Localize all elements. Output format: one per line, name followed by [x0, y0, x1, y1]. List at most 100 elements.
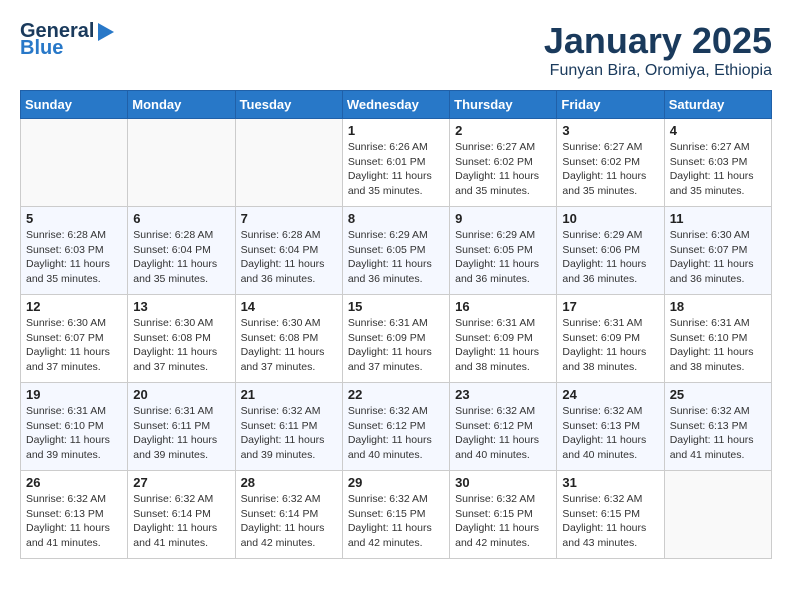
day-number: 3: [562, 123, 658, 138]
day-info: Sunrise: 6:29 AM Sunset: 6:05 PM Dayligh…: [455, 228, 551, 287]
day-number: 31: [562, 475, 658, 490]
day-info: Sunrise: 6:27 AM Sunset: 6:03 PM Dayligh…: [670, 140, 766, 199]
day-number: 24: [562, 387, 658, 402]
day-info: Sunrise: 6:31 AM Sunset: 6:09 PM Dayligh…: [455, 316, 551, 375]
logo: General Blue: [20, 20, 116, 60]
day-number: 15: [348, 299, 444, 314]
day-info: Sunrise: 6:31 AM Sunset: 6:09 PM Dayligh…: [562, 316, 658, 375]
day-info: Sunrise: 6:30 AM Sunset: 6:08 PM Dayligh…: [241, 316, 337, 375]
day-info: Sunrise: 6:32 AM Sunset: 6:12 PM Dayligh…: [455, 404, 551, 463]
calendar-cell: 9 Sunrise: 6:29 AM Sunset: 6:05 PM Daylig…: [450, 207, 557, 295]
day-number: 13: [133, 299, 229, 314]
calendar-cell: 31 Sunrise: 6:32 AM Sunset: 6:15 PM Dayli…: [557, 471, 664, 559]
calendar-cell: 16 Sunrise: 6:31 AM Sunset: 6:09 PM Dayli…: [450, 295, 557, 383]
day-info: Sunrise: 6:32 AM Sunset: 6:15 PM Dayligh…: [455, 492, 551, 551]
day-info: Sunrise: 6:27 AM Sunset: 6:02 PM Dayligh…: [455, 140, 551, 199]
day-number: 18: [670, 299, 766, 314]
header-day-sunday: Sunday: [21, 91, 128, 119]
day-info: Sunrise: 6:30 AM Sunset: 6:07 PM Dayligh…: [26, 316, 122, 375]
calendar-cell: 29 Sunrise: 6:32 AM Sunset: 6:15 PM Dayli…: [342, 471, 449, 559]
calendar-cell: 12 Sunrise: 6:30 AM Sunset: 6:07 PM Dayli…: [21, 295, 128, 383]
calendar-cell: 6Sunrise: 6:28 AM Sunset: 6:04 PM Daylig…: [128, 207, 235, 295]
day-info: Sunrise: 6:28 AM Sunset: 6:04 PM Dayligh…: [241, 228, 337, 287]
location-text: Funyan Bira, Oromiya, Ethiopia: [544, 62, 772, 80]
day-info: Sunrise: 6:30 AM Sunset: 6:07 PM Dayligh…: [670, 228, 766, 287]
calendar-cell: 4 Sunrise: 6:27 AM Sunset: 6:03 PM Daylig…: [664, 119, 771, 207]
calendar-table: SundayMondayTuesdayWednesdayThursdayFrid…: [20, 90, 772, 559]
day-info: Sunrise: 6:32 AM Sunset: 6:14 PM Dayligh…: [241, 492, 337, 551]
day-number: 2: [455, 123, 551, 138]
header-day-wednesday: Wednesday: [342, 91, 449, 119]
day-info: Sunrise: 6:28 AM Sunset: 6:03 PM Dayligh…: [26, 228, 122, 287]
day-number: 23: [455, 387, 551, 402]
calendar-cell: 17Sunrise: 6:31 AM Sunset: 6:09 PM Dayli…: [557, 295, 664, 383]
calendar-cell: 22 Sunrise: 6:32 AM Sunset: 6:12 PM Dayli…: [342, 383, 449, 471]
day-number: 11: [670, 211, 766, 226]
day-number: 30: [455, 475, 551, 490]
week-row-4: 19 Sunrise: 6:31 AM Sunset: 6:10 PM Dayli…: [21, 383, 772, 471]
day-number: 8: [348, 211, 444, 226]
day-info: Sunrise: 6:32 AM Sunset: 6:15 PM Dayligh…: [562, 492, 658, 551]
calendar-cell: 5 Sunrise: 6:28 AM Sunset: 6:03 PM Daylig…: [21, 207, 128, 295]
title-area: January 2025 Funyan Bira, Oromiya, Ethio…: [544, 20, 772, 80]
day-info: Sunrise: 6:32 AM Sunset: 6:12 PM Dayligh…: [348, 404, 444, 463]
week-row-3: 12 Sunrise: 6:30 AM Sunset: 6:07 PM Dayli…: [21, 295, 772, 383]
logo-blue-text: Blue: [20, 37, 63, 60]
calendar-cell: 24Sunrise: 6:32 AM Sunset: 6:13 PM Dayli…: [557, 383, 664, 471]
day-info: Sunrise: 6:31 AM Sunset: 6:11 PM Dayligh…: [133, 404, 229, 463]
header-day-monday: Monday: [128, 91, 235, 119]
day-info: Sunrise: 6:29 AM Sunset: 6:06 PM Dayligh…: [562, 228, 658, 287]
day-number: 7: [241, 211, 337, 226]
calendar-cell: 18Sunrise: 6:31 AM Sunset: 6:10 PM Dayli…: [664, 295, 771, 383]
week-row-1: 1Sunrise: 6:26 AM Sunset: 6:01 PM Daylig…: [21, 119, 772, 207]
day-info: Sunrise: 6:31 AM Sunset: 6:10 PM Dayligh…: [26, 404, 122, 463]
day-number: 28: [241, 475, 337, 490]
calendar-cell: 21 Sunrise: 6:32 AM Sunset: 6:11 PM Dayli…: [235, 383, 342, 471]
header-row: SundayMondayTuesdayWednesdayThursdayFrid…: [21, 91, 772, 119]
day-number: 21: [241, 387, 337, 402]
day-info: Sunrise: 6:32 AM Sunset: 6:15 PM Dayligh…: [348, 492, 444, 551]
day-number: 29: [348, 475, 444, 490]
calendar-cell: 7 Sunrise: 6:28 AM Sunset: 6:04 PM Daylig…: [235, 207, 342, 295]
calendar-cell: 11 Sunrise: 6:30 AM Sunset: 6:07 PM Dayli…: [664, 207, 771, 295]
calendar-cell: 8 Sunrise: 6:29 AM Sunset: 6:05 PM Daylig…: [342, 207, 449, 295]
calendar-cell: 26 Sunrise: 6:32 AM Sunset: 6:13 PM Dayli…: [21, 471, 128, 559]
header-day-friday: Friday: [557, 91, 664, 119]
week-row-5: 26 Sunrise: 6:32 AM Sunset: 6:13 PM Dayli…: [21, 471, 772, 559]
day-number: 14: [241, 299, 337, 314]
day-info: Sunrise: 6:32 AM Sunset: 6:11 PM Dayligh…: [241, 404, 337, 463]
calendar-cell: 30 Sunrise: 6:32 AM Sunset: 6:15 PM Dayli…: [450, 471, 557, 559]
calendar-cell: 19 Sunrise: 6:31 AM Sunset: 6:10 PM Dayli…: [21, 383, 128, 471]
day-number: 4: [670, 123, 766, 138]
calendar-cell: 10Sunrise: 6:29 AM Sunset: 6:06 PM Dayli…: [557, 207, 664, 295]
calendar-cell: 1Sunrise: 6:26 AM Sunset: 6:01 PM Daylig…: [342, 119, 449, 207]
calendar-cell: 20 Sunrise: 6:31 AM Sunset: 6:11 PM Dayli…: [128, 383, 235, 471]
day-info: Sunrise: 6:32 AM Sunset: 6:14 PM Dayligh…: [133, 492, 229, 551]
header-day-saturday: Saturday: [664, 91, 771, 119]
month-title: January 2025: [544, 20, 772, 62]
day-number: 27: [133, 475, 229, 490]
day-info: Sunrise: 6:26 AM Sunset: 6:01 PM Dayligh…: [348, 140, 444, 199]
day-number: 19: [26, 387, 122, 402]
day-number: 26: [26, 475, 122, 490]
calendar-cell: 15Sunrise: 6:31 AM Sunset: 6:09 PM Dayli…: [342, 295, 449, 383]
calendar-cell: 14 Sunrise: 6:30 AM Sunset: 6:08 PM Dayli…: [235, 295, 342, 383]
week-row-2: 5 Sunrise: 6:28 AM Sunset: 6:03 PM Daylig…: [21, 207, 772, 295]
header-day-thursday: Thursday: [450, 91, 557, 119]
calendar-cell: 27 Sunrise: 6:32 AM Sunset: 6:14 PM Dayli…: [128, 471, 235, 559]
header-day-tuesday: Tuesday: [235, 91, 342, 119]
day-number: 12: [26, 299, 122, 314]
calendar-cell: [664, 471, 771, 559]
day-number: 9: [455, 211, 551, 226]
day-number: 5: [26, 211, 122, 226]
day-number: 25: [670, 387, 766, 402]
day-info: Sunrise: 6:29 AM Sunset: 6:05 PM Dayligh…: [348, 228, 444, 287]
day-number: 20: [133, 387, 229, 402]
day-number: 16: [455, 299, 551, 314]
calendar-cell: 2 Sunrise: 6:27 AM Sunset: 6:02 PM Daylig…: [450, 119, 557, 207]
day-info: Sunrise: 6:30 AM Sunset: 6:08 PM Dayligh…: [133, 316, 229, 375]
calendar-cell: [235, 119, 342, 207]
day-number: 22: [348, 387, 444, 402]
day-info: Sunrise: 6:28 AM Sunset: 6:04 PM Dayligh…: [133, 228, 229, 287]
day-info: Sunrise: 6:32 AM Sunset: 6:13 PM Dayligh…: [26, 492, 122, 551]
